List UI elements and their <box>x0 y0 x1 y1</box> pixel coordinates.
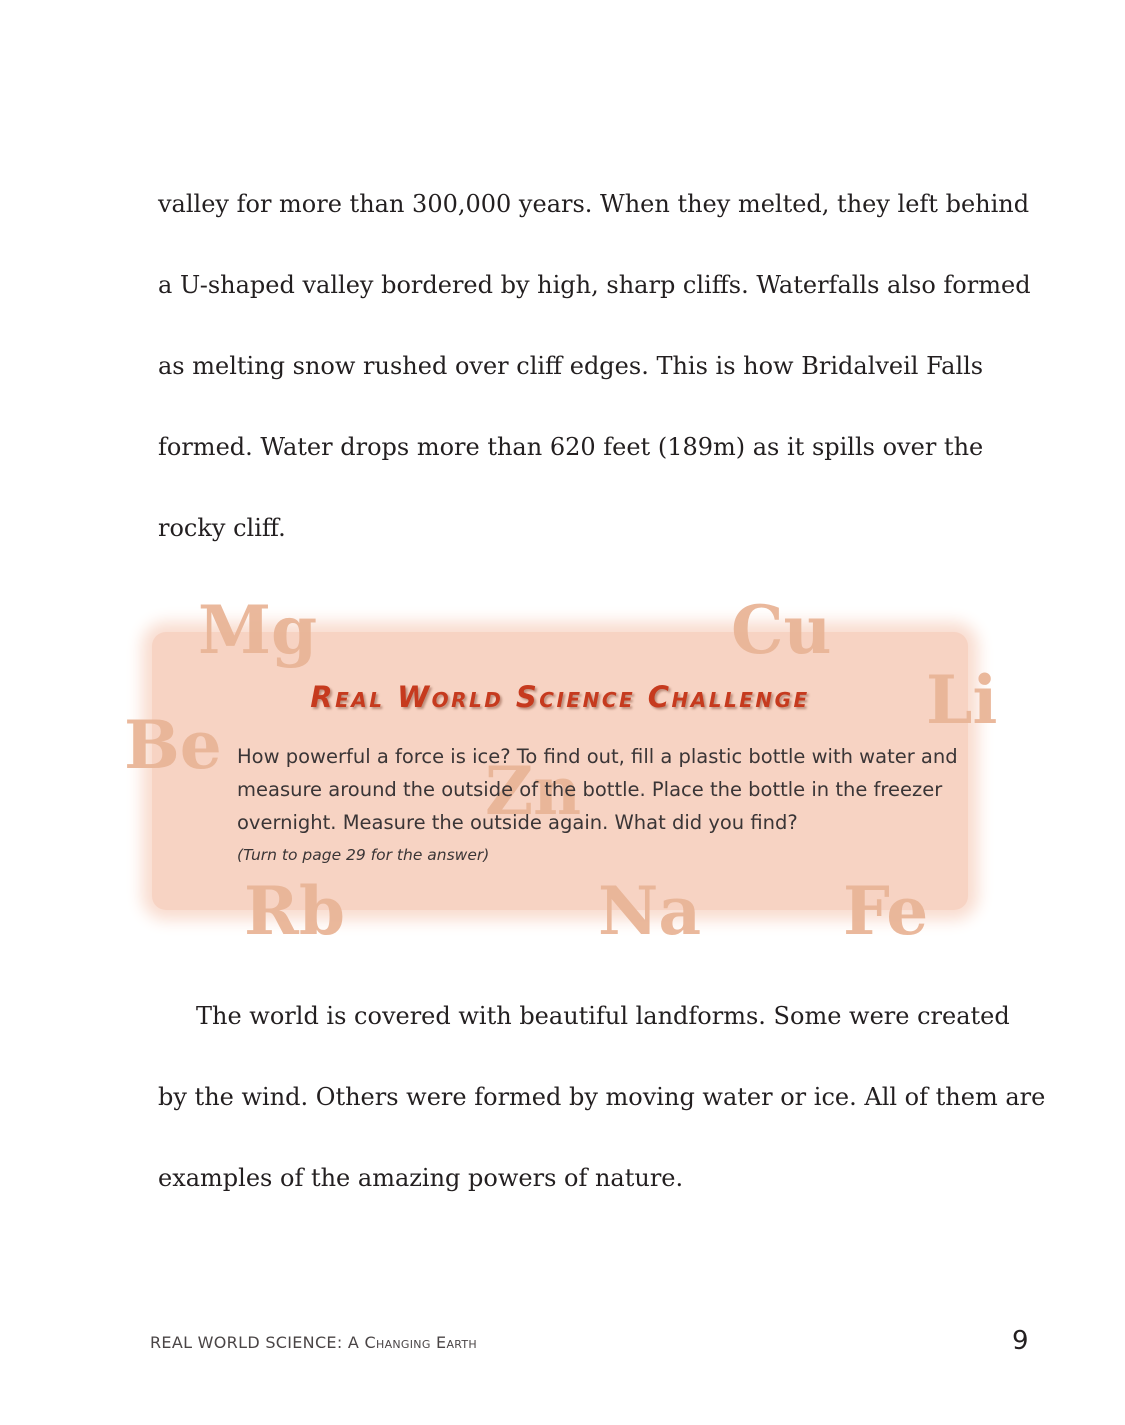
page-number: 9 <box>1012 1326 1029 1356</box>
body-line: valley for more than 300,000 years. When… <box>158 190 1030 218</box>
element-symbol-be: Be <box>124 706 222 784</box>
body-line: as melting snow rushed over cliff edges.… <box>158 352 984 380</box>
footer-series-name: REAL WORLD SCIENCE: <box>150 1333 348 1352</box>
element-symbol-cu: Cu <box>731 591 832 669</box>
challenge-answer-note: (Turn to page 29 for the answer) <box>237 846 490 864</box>
footer-book-title: REAL WORLD SCIENCE: A Changing Earth <box>150 1333 477 1352</box>
challenge-text-line: How powerful a force is ice? To find out… <box>237 745 958 768</box>
challenge-title: Real World Science Challenge <box>310 680 810 714</box>
body-paragraph-1: valley for more than 300,000 years. When… <box>158 164 1031 569</box>
element-symbol-mg: Mg <box>198 591 318 669</box>
challenge-text-line: overnight. Measure the outside again. Wh… <box>237 811 798 834</box>
challenge-text: How powerful a force is ice? To find out… <box>237 740 958 839</box>
element-symbol-fe: Fe <box>843 872 929 950</box>
body-paragraph-2: The world is covered with beautiful land… <box>158 976 1046 1219</box>
element-symbol-na: Na <box>598 872 702 950</box>
footer-book-subtitle: A Changing Earth <box>347 1333 478 1352</box>
book-page: valley for more than 300,000 years. When… <box>0 0 1125 1425</box>
body-line: formed. Water drops more than 620 feet (… <box>158 433 984 461</box>
element-symbol-rb: Rb <box>244 872 345 950</box>
body-line: by the wind. Others were formed by movin… <box>158 1083 1046 1111</box>
body-line: examples of the amazing powers of nature… <box>158 1164 684 1192</box>
body-line: The world is covered with beautiful land… <box>196 1002 1010 1030</box>
body-line: rocky cliff. <box>158 514 286 542</box>
body-line: a U-shaped valley bordered by high, shar… <box>158 271 1031 299</box>
challenge-text-line: measure around the outside of the bottle… <box>237 778 943 801</box>
